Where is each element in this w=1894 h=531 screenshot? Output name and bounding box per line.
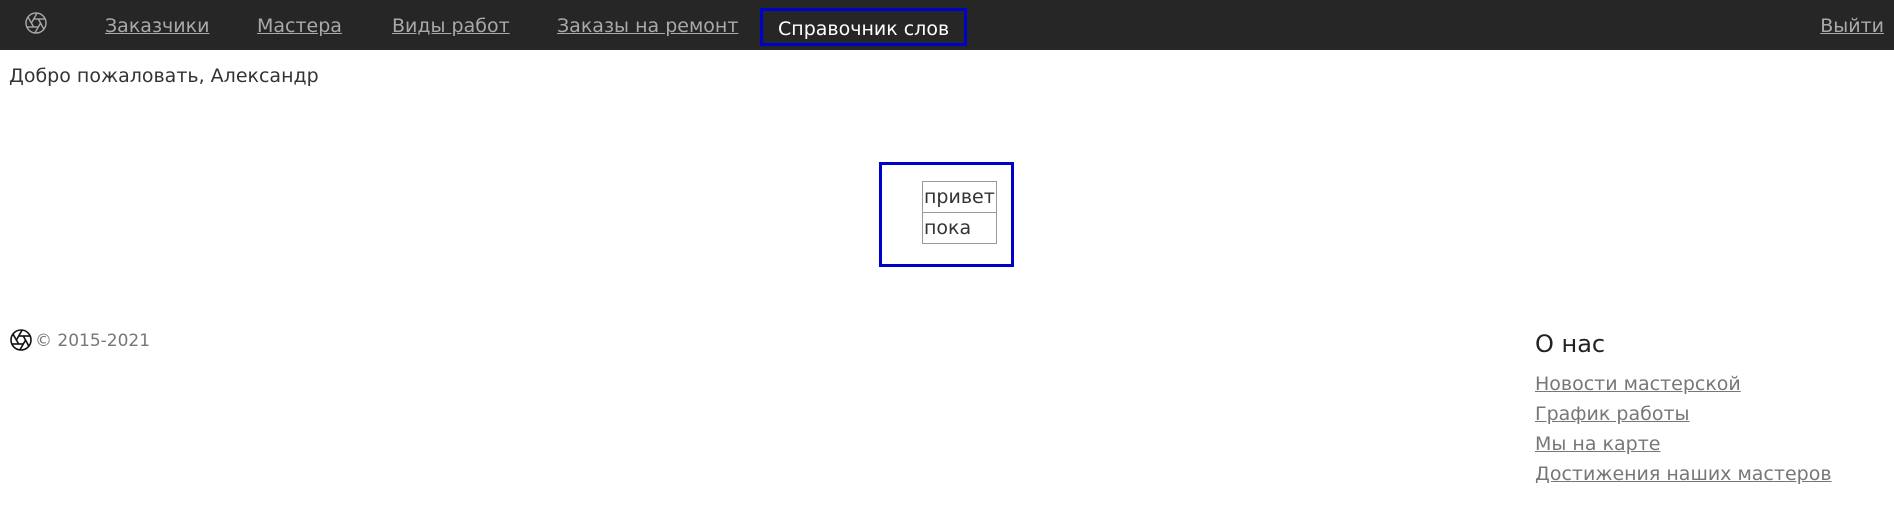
nav-link-repair-orders[interactable]: Заказы на ремонт: [557, 14, 738, 38]
word-cell: пока: [922, 212, 997, 244]
about-link-schedule[interactable]: График работы: [1535, 402, 1690, 426]
nav-link-masters[interactable]: Мастера: [257, 14, 342, 38]
nav-link-work-types[interactable]: Виды работ: [392, 14, 510, 38]
about-heading: О нас: [1535, 330, 1606, 358]
words-table: привет пока: [922, 181, 997, 244]
aperture-icon: [10, 329, 32, 351]
top-navbar: Заказчики Мастера Виды работ Заказы на р…: [0, 0, 1894, 50]
table-row: привет: [922, 181, 997, 213]
logout-link[interactable]: Выйти: [1820, 14, 1884, 38]
nav-link-word-dictionary[interactable]: Справочник слов: [760, 8, 968, 46]
about-link-achievements[interactable]: Достижения наших мастеров: [1535, 462, 1832, 486]
nav-link-customers[interactable]: Заказчики: [105, 14, 209, 38]
aperture-icon[interactable]: [24, 11, 48, 35]
words-table-container: привет пока: [879, 162, 1014, 267]
copyright-text: © 2015-2021: [35, 331, 151, 351]
table-row: пока: [922, 212, 997, 244]
welcome-message: Добро пожаловать, Александр: [9, 65, 319, 87]
about-link-map[interactable]: Мы на карте: [1535, 432, 1660, 456]
word-cell: привет: [922, 181, 997, 213]
about-link-news[interactable]: Новости мастерской: [1535, 372, 1741, 396]
